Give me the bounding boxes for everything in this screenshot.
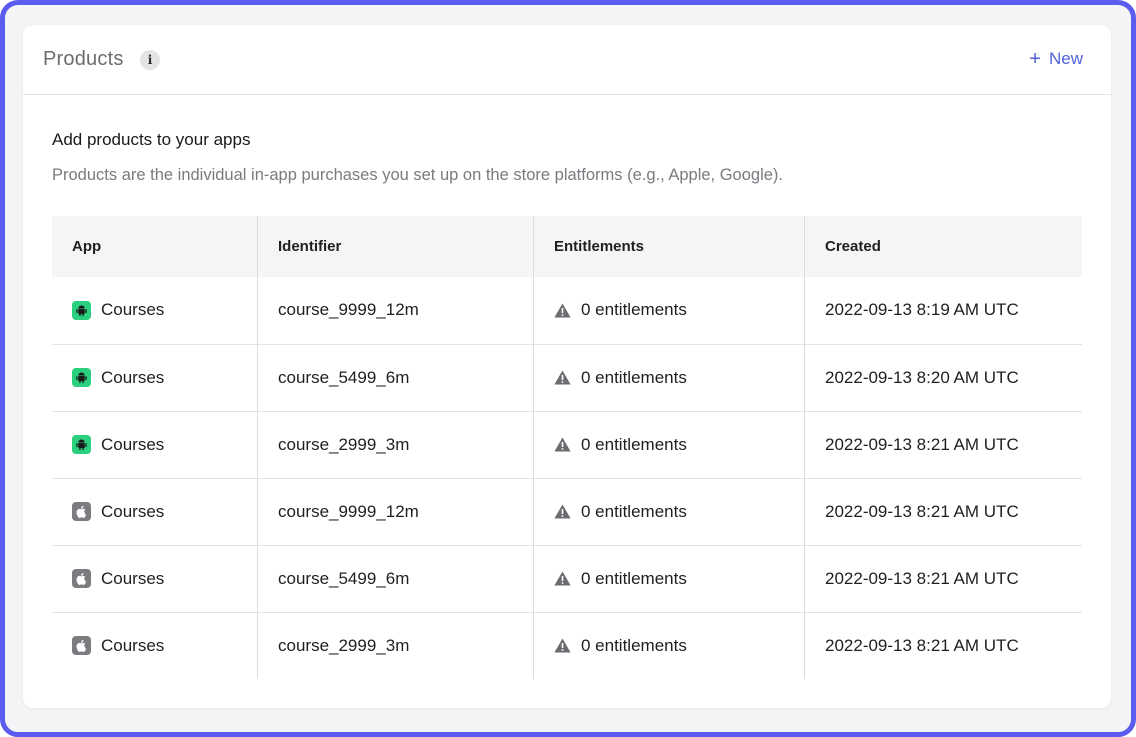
cell-created: 2022-09-13 8:21 AM UTC [804,478,1082,545]
created-timestamp: 2022-09-13 8:19 AM UTC [825,300,1019,320]
android-icon [72,368,91,387]
cell-identifier: course_9999_12m [257,478,534,545]
warning-icon [554,437,571,452]
apple-icon [72,569,91,588]
entitlements-count[interactable]: 0 entitlements [581,435,687,455]
warning-icon [554,571,571,586]
table-body: Courses course_9999_12m 0 entitlements 2… [52,277,1082,679]
app-name: Courses [101,367,165,387]
entitlements-count[interactable]: 0 entitlements [581,502,687,522]
product-identifier[interactable]: course_9999_12m [278,502,419,521]
created-timestamp: 2022-09-13 8:20 AM UTC [825,367,1019,387]
created-timestamp: 2022-09-13 8:21 AM UTC [825,635,1019,655]
cell-created: 2022-09-13 8:20 AM UTC [804,344,1082,411]
product-identifier[interactable]: course_9999_12m [278,300,419,319]
cell-identifier: course_2999_3m [257,411,534,478]
column-header-entitlements[interactable]: Entitlements [533,216,805,277]
entitlements-count[interactable]: 0 entitlements [581,569,687,589]
warning-icon [554,638,571,653]
product-identifier[interactable]: course_2999_3m [278,435,409,454]
created-timestamp: 2022-09-13 8:21 AM UTC [825,434,1019,454]
cell-created: 2022-09-13 8:21 AM UTC [804,612,1082,679]
cell-entitlements: 0 entitlements [533,478,805,545]
app-name: Courses [101,635,165,655]
cell-app: Courses [52,277,258,344]
cell-created: 2022-09-13 8:21 AM UTC [804,411,1082,478]
table-row[interactable]: Courses course_5499_6m 0 entitlements 20… [52,545,1082,612]
product-identifier[interactable]: course_5499_6m [278,368,409,387]
cell-entitlements: 0 entitlements [533,545,805,612]
app-name: Courses [101,434,165,454]
product-identifier[interactable]: course_2999_3m [278,636,409,655]
table-row[interactable]: Courses course_9999_12m 0 entitlements 2… [52,478,1082,545]
cell-identifier: course_9999_12m [257,277,534,344]
entitlements-count[interactable]: 0 entitlements [581,636,687,656]
cell-app: Courses [52,344,258,411]
warning-icon [554,504,571,519]
warning-icon [554,370,571,385]
window-frame: Products i + New Add products to your ap… [0,0,1136,737]
card-header: Products i + New [23,25,1111,95]
new-product-button[interactable]: + New [1029,49,1083,69]
app-name: Courses [101,501,165,521]
cell-created: 2022-09-13 8:19 AM UTC [804,277,1082,344]
page-title: Products [43,48,124,70]
cell-entitlements: 0 entitlements [533,277,805,344]
created-timestamp: 2022-09-13 8:21 AM UTC [825,501,1019,521]
app-name: Courses [101,568,165,588]
new-button-label: New [1048,49,1083,68]
info-icon[interactable]: i [140,50,160,70]
cell-app: Courses [52,478,258,545]
plus-icon: + [1029,48,1041,70]
apple-icon [72,502,91,521]
table-header-row: App Identifier Entitlements Created [52,216,1082,277]
column-header-app[interactable]: App [52,216,258,277]
android-icon [72,435,91,454]
cell-entitlements: 0 entitlements [533,612,805,679]
column-header-created[interactable]: Created [804,216,1082,277]
product-identifier[interactable]: course_5499_6m [278,569,409,588]
warning-icon [554,303,571,318]
products-table: App Identifier Entitlements Created Cour… [52,216,1082,679]
cell-identifier: course_5499_6m [257,344,534,411]
android-icon [72,300,91,320]
cell-app: Courses [52,545,258,612]
table-row[interactable]: Courses course_2999_3m 0 entitlements 20… [52,411,1082,478]
column-header-identifier[interactable]: Identifier [257,216,534,277]
app-name: Courses [101,300,165,320]
created-timestamp: 2022-09-13 8:21 AM UTC [825,568,1019,588]
cell-identifier: course_2999_3m [257,612,534,679]
table-row[interactable]: Courses course_5499_6m 0 entitlements 20… [52,344,1082,411]
cell-app: Courses [52,612,258,679]
table-row[interactable]: Courses course_9999_12m 0 entitlements 2… [52,277,1082,344]
cell-entitlements: 0 entitlements [533,344,805,411]
section-description: Products are the individual in-app purch… [52,166,784,184]
cell-created: 2022-09-13 8:21 AM UTC [804,545,1082,612]
apple-icon [72,636,91,656]
section-heading: Add products to your apps [52,130,251,149]
entitlements-count[interactable]: 0 entitlements [581,300,687,320]
entitlements-count[interactable]: 0 entitlements [581,368,687,388]
cell-identifier: course_5499_6m [257,545,534,612]
cell-app: Courses [52,411,258,478]
table-row[interactable]: Courses course_2999_3m 0 entitlements 20… [52,612,1082,679]
products-card: Products i + New Add products to your ap… [23,25,1111,708]
cell-entitlements: 0 entitlements [533,411,805,478]
